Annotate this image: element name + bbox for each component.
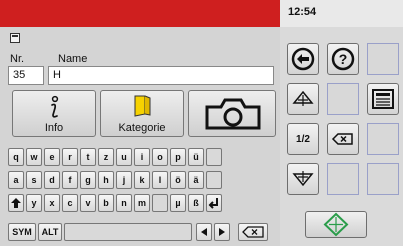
right-arrow-icon [219, 228, 225, 236]
key-d[interactable]: d [44, 171, 60, 189]
key-a[interactable]: a [8, 171, 24, 189]
key-blank[interactable] [152, 194, 168, 212]
key-c[interactable]: c [62, 194, 78, 212]
key-o[interactable]: o [152, 148, 168, 166]
key-ue[interactable]: ü [188, 148, 204, 166]
key-i[interactable]: i [134, 148, 150, 166]
space-key[interactable] [64, 223, 192, 241]
save-icon [372, 89, 394, 109]
form-icon [10, 33, 20, 43]
key-x[interactable]: x [44, 194, 60, 212]
ok-icon [323, 212, 349, 237]
backspace-key[interactable] [238, 223, 268, 241]
key-u[interactable]: u [116, 148, 132, 166]
status-bar: 12:54 [280, 0, 403, 27]
up-icon [292, 90, 314, 106]
name-field[interactable]: H [48, 66, 274, 85]
ok-button[interactable] [305, 211, 367, 238]
down-icon [292, 171, 314, 187]
key-mu[interactable]: µ [170, 194, 186, 212]
nr-label: Nr. [10, 53, 25, 65]
key-n[interactable]: n [116, 194, 132, 212]
empty-tile [367, 123, 399, 155]
key-blank[interactable] [206, 171, 222, 189]
info-label: Info [44, 122, 64, 134]
folder-icon [134, 95, 151, 117]
key-f[interactable]: f [62, 171, 78, 189]
svg-text:?: ? [339, 51, 348, 67]
page-button[interactable]: 1/2 [287, 123, 319, 155]
info-icon [51, 95, 59, 118]
backspace-icon [331, 133, 353, 145]
key-e[interactable]: e [44, 148, 60, 166]
page-label: 1/2 [296, 134, 310, 145]
key-y[interactable]: y [26, 194, 42, 212]
save-button[interactable] [367, 83, 399, 115]
key-g[interactable]: g [80, 171, 96, 189]
key-j[interactable]: j [116, 171, 132, 189]
alt-key[interactable]: ALT [38, 223, 62, 241]
key-z[interactable]: z [98, 148, 114, 166]
key-s[interactable]: s [26, 171, 42, 189]
key-m[interactable]: m [134, 194, 150, 212]
info-button[interactable]: Info [12, 90, 96, 137]
scroll-down-button[interactable] [287, 163, 319, 195]
camera-icon [205, 98, 261, 130]
key-k[interactable]: k [134, 171, 150, 189]
back-arrow-icon [291, 47, 315, 71]
back-button[interactable] [287, 43, 319, 75]
key-t[interactable]: t [80, 148, 96, 166]
cursor-left-key[interactable] [196, 223, 212, 241]
scroll-up-button[interactable] [287, 83, 319, 115]
kategorie-button[interactable]: Kategorie [100, 90, 184, 137]
empty-tile [327, 163, 359, 195]
key-h[interactable]: h [98, 171, 114, 189]
nr-field[interactable]: 35 [8, 66, 44, 85]
key-blank[interactable] [206, 148, 222, 166]
key-r[interactable]: r [62, 148, 78, 166]
key-b[interactable]: b [98, 194, 114, 212]
enter-key[interactable] [206, 194, 222, 212]
key-sz[interactable]: ß [188, 194, 204, 212]
key-oe[interactable]: ö [170, 171, 186, 189]
delete-button[interactable] [327, 123, 359, 155]
shift-icon [11, 198, 21, 208]
key-p[interactable]: p [170, 148, 186, 166]
empty-tile [367, 43, 399, 75]
camera-button[interactable] [188, 90, 276, 137]
help-icon: ? [331, 47, 355, 71]
key-l[interactable]: l [152, 171, 168, 189]
help-button[interactable]: ? [327, 43, 359, 75]
header-bar [0, 0, 280, 27]
kategorie-label: Kategorie [118, 122, 166, 134]
key-v[interactable]: v [80, 194, 96, 212]
empty-tile [327, 83, 359, 115]
enter-icon [208, 198, 218, 209]
empty-tile [367, 163, 399, 195]
clock: 12:54 [288, 6, 317, 18]
backspace-icon [242, 226, 264, 238]
shift-key[interactable] [8, 194, 24, 212]
left-arrow-icon [201, 228, 207, 236]
sym-key[interactable]: SYM [8, 223, 36, 241]
key-ae[interactable]: ä [188, 171, 204, 189]
key-w[interactable]: w [26, 148, 42, 166]
key-q[interactable]: q [8, 148, 24, 166]
name-label: Name [58, 53, 88, 65]
cursor-right-key[interactable] [214, 223, 230, 241]
